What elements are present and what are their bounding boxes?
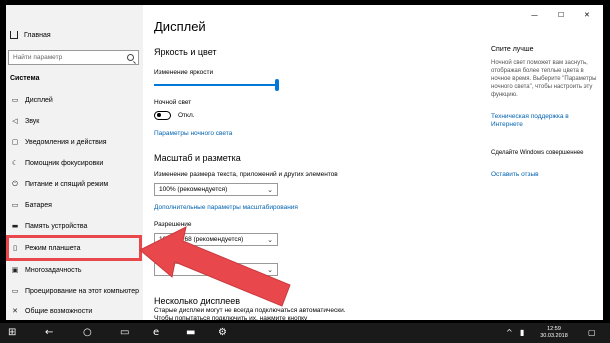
windows-icon[interactable]: ⊞ (8, 327, 16, 339)
night-light-settings-link[interactable]: Параметры ночного света (154, 130, 232, 137)
notification-center-icon[interactable]: ▢ (588, 327, 596, 339)
sidebar-home[interactable]: Главная (6, 27, 143, 43)
notification-icon: ▢ (11, 138, 19, 146)
chevron-down-icon: ⌄ (267, 235, 273, 244)
night-light-toggle[interactable] (154, 111, 171, 120)
settings-icon[interactable]: ⚙ (218, 327, 227, 339)
advanced-scaling-link[interactable]: Дополнительные параметры масштабирования (154, 204, 298, 211)
multi-display-text: Старые дисплеи могут не всегда подключат… (154, 307, 346, 320)
night-light-label: Ночной свет (154, 99, 192, 106)
speaker-icon: ◁ (12, 117, 18, 125)
sidebar-item-label: Звук (25, 117, 40, 125)
orientation-dropdown[interactable]: ⌄ (154, 263, 278, 276)
tablet-mode-highlight (6, 235, 142, 261)
clock-date: 30.03.2018 (540, 333, 568, 339)
night-light-state: Откл. (178, 112, 195, 119)
resolution-label: Разрешение (154, 221, 192, 228)
maximize-button[interactable]: ☐ (558, 11, 564, 19)
sidebar-section-title: Система (10, 75, 40, 82)
sidebar-item-label: Батарея (25, 201, 52, 209)
taskbar: ⊞ ← ○ ▭ e ▬ ⚙ ^ ▮ 12:59 30.03.2018 ▢ (0, 323, 610, 343)
sidebar: Главная Найти параметр Система ▭ Дисплей… (6, 5, 143, 320)
project-icon: ▭ (11, 287, 19, 295)
explorer-icon[interactable]: ▬ (186, 327, 195, 339)
sidebar-item-storage[interactable]: ▬ Память устройства (6, 217, 143, 235)
sidebar-item-label: Общие возможности (25, 307, 93, 315)
battery-icon: ▭ (11, 201, 19, 209)
chevron-down-icon: ⌄ (267, 185, 273, 194)
search-input[interactable]: Найти параметр (8, 50, 139, 65)
clock-time: 12:59 (547, 326, 561, 332)
right-column: Спите лучше Ночной свет поможет вам засн… (491, 5, 601, 320)
sidebar-item-label: Питание и спящий режим (25, 180, 109, 188)
sidebar-item-label: Многозадачность (25, 266, 82, 274)
sidebar-item-multitasking[interactable]: ▣ Многозадачность (6, 261, 143, 279)
close-button[interactable]: ✕ (584, 11, 590, 19)
screen: Главная Найти параметр Система ▭ Дисплей… (0, 0, 610, 343)
chevron-up-icon[interactable]: ^ (506, 327, 513, 339)
search-placeholder: Найти параметр (13, 54, 63, 61)
page-title: Дисплей (154, 19, 206, 34)
sidebar-item-label: Помощник фокусировки (25, 159, 104, 167)
power-icon: ⏻ (12, 179, 18, 188)
minimize-button[interactable]: — (531, 11, 538, 19)
back-icon[interactable]: ← (45, 327, 53, 339)
moon-icon: ☾ (11, 159, 19, 167)
clock[interactable]: 12:59 30.03.2018 (538, 326, 570, 340)
storage-icon: ▬ (11, 222, 19, 230)
shared-icon: ✕ (12, 307, 18, 315)
sidebar-item-display[interactable]: ▭ Дисплей (6, 91, 143, 109)
brightness-slider-track[interactable] (154, 84, 276, 86)
sidebar-item-battery[interactable]: ▭ Батарея (6, 196, 143, 214)
resolution-dropdown-value: 1366 × 768 (рекомендуется) (159, 236, 244, 243)
main-content: Дисплей Яркость и цвет Изменение яркости… (154, 5, 484, 320)
sidebar-item-notifications[interactable]: ▢ Уведомления и действия (6, 133, 143, 151)
search-icon[interactable]: ○ (83, 327, 92, 339)
sidebar-item-power[interactable]: ⏻ Питание и спящий режим (6, 175, 143, 193)
brightness-label: Изменение яркости (154, 69, 214, 76)
sidebar-item-shared[interactable]: ✕ Общие возможности (6, 302, 143, 320)
brightness-heading: Яркость и цвет (154, 47, 217, 57)
brightness-slider-thumb[interactable] (275, 79, 279, 91)
sidebar-item-sound[interactable]: ◁ Звук (6, 112, 143, 130)
feedback-link[interactable]: Оставить отзыв (491, 171, 597, 179)
sidebar-home-label: Главная (24, 31, 51, 39)
tip-text: Ночной свет поможет вам заснуть, отображ… (491, 60, 597, 98)
size-dropdown[interactable]: 100% (рекомендуется) ⌄ (154, 183, 278, 196)
size-label: Изменение размера текста, приложений и д… (154, 171, 338, 178)
settings-window: Главная Найти параметр Система ▭ Дисплей… (6, 5, 603, 320)
scale-heading: Масштаб и разметка (154, 153, 241, 163)
sidebar-item-label: Дисплей (25, 96, 53, 104)
sidebar-item-label: Проецирование на этот компьютер (25, 287, 139, 295)
network-icon[interactable]: ▮ (520, 327, 524, 339)
resolution-dropdown[interactable]: 1366 × 768 (рекомендуется) ⌄ (154, 233, 278, 246)
sidebar-item-label: Память устройства (25, 222, 88, 230)
monitor-icon: ▭ (11, 96, 19, 104)
sidebar-item-label: Уведомления и действия (25, 138, 107, 146)
sidebar-item-focus[interactable]: ☾ Помощник фокусировки (6, 154, 143, 172)
home-icon (10, 31, 18, 39)
task-view-icon[interactable]: ▭ (120, 327, 129, 339)
size-dropdown-value: 100% (рекомендуется) (159, 186, 228, 193)
chevron-down-icon: ⌄ (267, 265, 273, 274)
sidebar-item-projecting[interactable]: ▭ Проецирование на этот компьютер (6, 282, 143, 300)
support-link[interactable]: Техническая поддержка в Интернете (491, 113, 597, 129)
multitask-icon: ▣ (11, 266, 19, 274)
edge-icon[interactable]: e (153, 327, 159, 339)
feedback-prompt: Сделайте Windows совершеннее (491, 150, 584, 156)
search-icon (127, 54, 134, 61)
tip-title: Спите лучше (491, 46, 534, 53)
multi-display-heading: Несколько дисплеев (154, 296, 241, 306)
